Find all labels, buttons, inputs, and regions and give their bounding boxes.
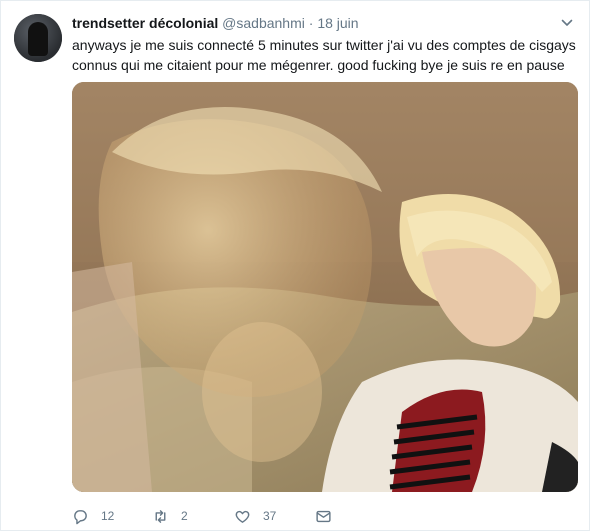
chevron-down-icon[interactable] [561,17,573,29]
timestamp[interactable]: 18 juin [317,15,358,31]
like-count: 37 [263,509,277,523]
tweet-photo[interactable] [72,82,578,492]
user-handle[interactable]: @sadbanhmi [222,15,305,31]
like-button[interactable]: 37 [234,507,276,525]
tweet-card[interactable]: trendsetter décolonial @sadbanhmi · 18 j… [0,0,590,531]
retweet-count: 2 [181,509,188,523]
display-name[interactable]: trendsetter décolonial [72,15,218,31]
tweet-text: anyways je me suis connecté 5 minutes su… [72,37,576,73]
tweet-header: trendsetter décolonial @sadbanhmi · 18 j… [72,14,359,32]
retweet-button[interactable]: 2 [152,507,188,525]
envelope-icon [316,510,331,522]
reply-count: 12 [101,509,115,523]
photo-illustration [72,82,578,492]
avatar-figure [28,22,48,56]
heart-icon [235,510,250,523]
separator-dot: · [308,15,314,31]
reply-icon [74,509,87,524]
retweet-icon [155,509,166,523]
avatar[interactable] [14,14,62,62]
direct-message-button[interactable] [315,507,332,525]
reply-button[interactable]: 12 [72,507,114,525]
